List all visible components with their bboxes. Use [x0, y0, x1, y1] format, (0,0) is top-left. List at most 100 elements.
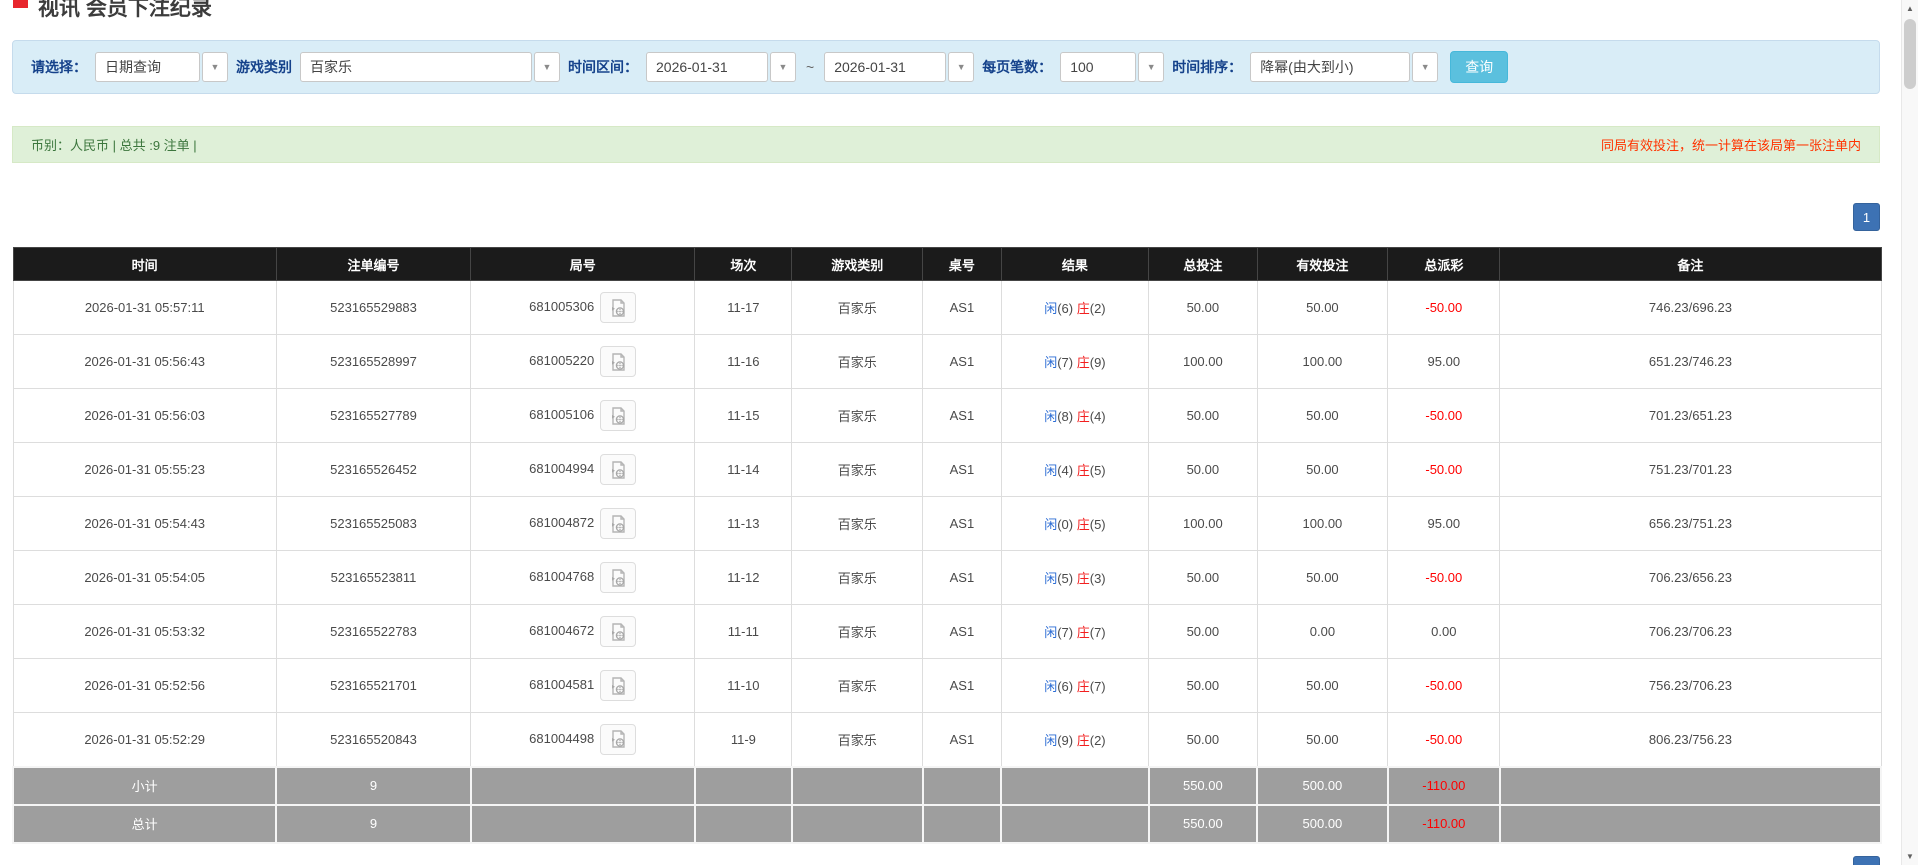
table-row: 2026-01-31 05:53:32 523165522783 6810046… [12, 604, 1882, 659]
video-replay-button[interactable] [600, 508, 637, 539]
date-to-value[interactable]: 2026-01-31 [824, 52, 947, 82]
banker-points: (5) [1089, 463, 1106, 478]
video-replay-button[interactable] [600, 292, 637, 323]
cell-valid-bet: 50.00 [1256, 442, 1389, 497]
cell-total-bet[interactable]: 50.00 [1148, 388, 1258, 443]
col-time: 时间 [12, 247, 277, 281]
col-game-type: 游戏类别 [791, 247, 924, 281]
cell-game-type: 百家乐 [791, 334, 924, 389]
cell-note: 706.23/706.23 [1499, 604, 1882, 659]
valid-bet-notice-text: 同局有效投注，统一计算在该局第一张注单内 [1600, 138, 1861, 153]
video-file-icon [612, 730, 625, 748]
per-page-value[interactable]: 100 [1060, 52, 1137, 82]
video-replay-button[interactable] [600, 723, 637, 755]
cell-result: 闲(5) 庄(3) [1000, 550, 1150, 605]
col-table-no: 桌号 [922, 247, 1002, 281]
time-sort-select[interactable]: 降幂(由大到小) ▼ [1250, 52, 1439, 82]
cell-game-type: 百家乐 [791, 280, 924, 335]
cell-table-no: AS1 [922, 496, 1002, 551]
cell-valid-bet: 50.00 [1256, 658, 1389, 713]
table-row: 2026-01-31 05:55:23 523165526452 6810049… [12, 442, 1882, 497]
cell-total-bet[interactable]: 50.00 [1148, 658, 1258, 713]
cell-total-bet[interactable]: 50.00 [1148, 712, 1258, 767]
cell-note: 751.23/701.23 [1499, 442, 1882, 497]
date-to-picker[interactable]: 2026-01-31 ▼ [824, 52, 975, 82]
banker-result-label: 庄 [1076, 517, 1090, 532]
video-replay-button[interactable] [600, 670, 637, 701]
cell-total-bet[interactable]: 100.00 [1148, 496, 1258, 551]
video-replay-button[interactable] [600, 400, 637, 431]
banker-points: (2) [1089, 732, 1106, 748]
date-from-picker[interactable]: 2026-01-31 ▼ [646, 52, 796, 82]
cell-session: 11-15 [694, 388, 793, 443]
query-type-value[interactable]: 日期查询 [95, 52, 200, 82]
banker-points: (3) [1089, 571, 1106, 586]
cell-total-payout: -50.00 [1387, 712, 1501, 767]
round-no-text: 681004581 [529, 676, 595, 692]
game-type-label: 游戏类别 [236, 59, 292, 75]
cell-game-type: 百家乐 [791, 388, 924, 443]
search-button[interactable]: 查询 [1450, 51, 1509, 83]
vertical-scrollbar[interactable]: ▲ ▼ [1901, 0, 1918, 865]
table-row: 2026-01-31 05:54:05 523165523811 6810047… [12, 550, 1882, 605]
banker-result-label: 庄 [1076, 301, 1090, 316]
cell-total-bet[interactable]: 100.00 [1148, 334, 1258, 389]
player-result-label: 闲 [1044, 732, 1058, 748]
cell-valid-bet: 50.00 [1256, 388, 1389, 443]
video-replay-button[interactable] [600, 562, 637, 593]
cell-game-type: 百家乐 [791, 496, 924, 551]
chevron-down-icon[interactable]: ▼ [1138, 52, 1165, 82]
time-sort-value[interactable]: 降幂(由大到小) [1250, 52, 1411, 82]
chevron-down-icon[interactable]: ▼ [1412, 52, 1439, 82]
cell-bet-no: 523165527789 [275, 388, 472, 443]
cell-game-type: 百家乐 [791, 604, 924, 659]
cell-session: 11-12 [694, 550, 793, 605]
chevron-down-icon[interactable]: ▼ [770, 52, 796, 82]
cell-session: 11-9 [694, 712, 793, 767]
cell-table-no: AS1 [922, 658, 1002, 713]
cell-total-bet[interactable]: 50.00 [1148, 442, 1258, 497]
game-type-value[interactable]: 百家乐 [300, 52, 532, 82]
page-number-button-top[interactable]: 1 [1853, 203, 1880, 231]
per-page-select[interactable]: 100 ▼ [1060, 52, 1165, 82]
date-from-value[interactable]: 2026-01-31 [646, 52, 768, 82]
video-replay-button[interactable] [600, 346, 637, 377]
cell-total-bet[interactable]: 50.00 [1148, 550, 1258, 605]
cell-game-type: 百家乐 [791, 712, 924, 767]
chevron-down-icon[interactable]: ▼ [202, 52, 228, 82]
scrollbar-thumb[interactable] [1904, 19, 1916, 89]
round-no-text: 681005220 [529, 352, 595, 368]
chevron-down-icon[interactable]: ▼ [948, 52, 975, 82]
summary-notice-bar: 币别：人民币 | 总共 :9 注单 | 同局有效投注，统一计算在该局第一张注单内 [12, 126, 1880, 163]
player-points: (8) [1057, 409, 1074, 424]
query-type-select[interactable]: 日期查询 ▼ [95, 52, 228, 82]
col-total-payout: 总派彩 [1387, 247, 1501, 281]
total-label: 总计 [11, 803, 278, 844]
chevron-down-icon[interactable]: ▼ [534, 52, 560, 82]
cell-table-no: AS1 [922, 280, 1002, 335]
col-session: 场次 [694, 247, 793, 281]
cell-total-bet[interactable]: 50.00 [1148, 280, 1258, 335]
table-row: 2026-01-31 05:57:11 523165529883 6810053… [12, 280, 1882, 335]
scroll-down-icon[interactable]: ▼ [1902, 848, 1918, 865]
game-type-select[interactable]: 百家乐 ▼ [300, 52, 560, 82]
video-file-icon [612, 352, 625, 371]
cell-result: 闲(0) 庄(5) [1000, 496, 1150, 551]
table-row: 2026-01-31 05:52:29 523165520843 6810044… [12, 712, 1882, 767]
cell-time: 2026-01-31 05:55:23 [12, 442, 277, 497]
banker-result-label: 庄 [1076, 625, 1090, 640]
player-result-label: 闲 [1044, 571, 1058, 586]
scroll-up-icon[interactable]: ▲ [1902, 0, 1918, 17]
cell-total-bet[interactable]: 50.00 [1148, 604, 1258, 659]
video-replay-button[interactable] [600, 454, 637, 485]
page-number-button-bottom[interactable]: 1 [1853, 856, 1880, 865]
banker-result-label: 庄 [1076, 679, 1090, 694]
video-replay-button[interactable] [600, 616, 637, 647]
player-points: (6) [1057, 301, 1074, 316]
cell-time: 2026-01-31 05:57:11 [12, 280, 277, 335]
banker-points: (9) [1089, 355, 1106, 370]
cell-time: 2026-01-31 05:53:32 [12, 604, 277, 659]
cell-time: 2026-01-31 05:54:05 [12, 550, 277, 605]
cell-round-no: 681005106 [470, 388, 696, 443]
banker-points: (4) [1089, 409, 1106, 424]
